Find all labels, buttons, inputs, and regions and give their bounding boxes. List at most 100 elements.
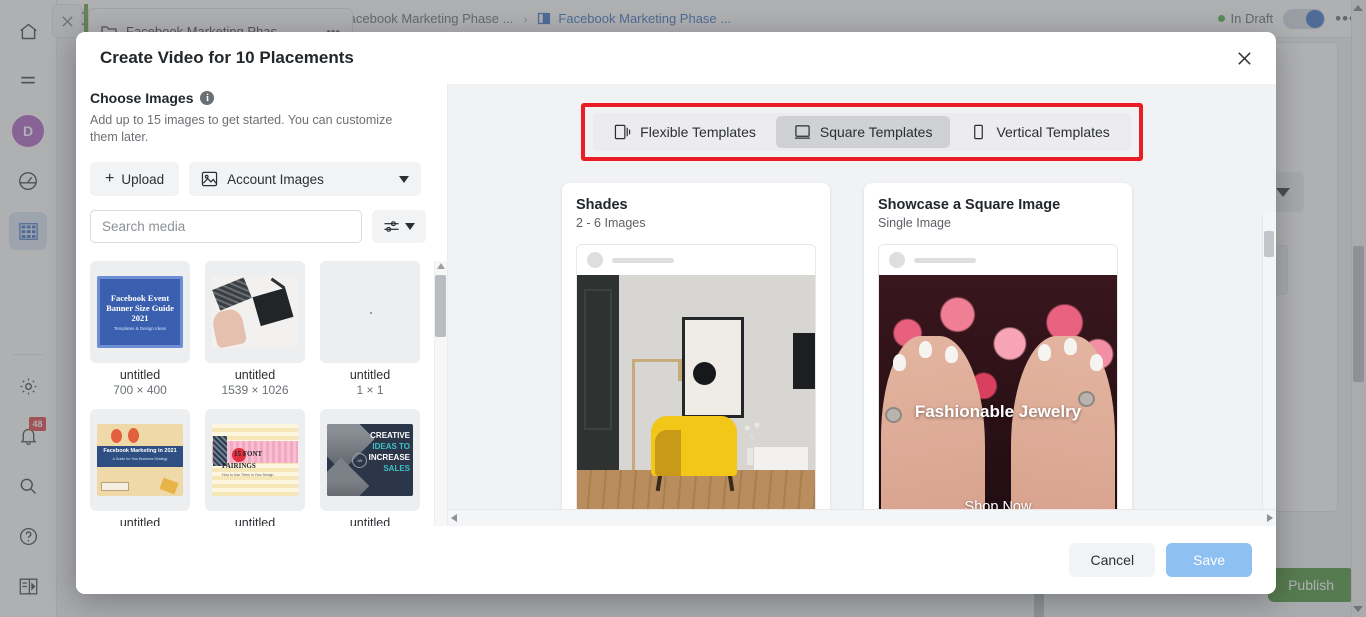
close-icon[interactable] (1228, 42, 1260, 74)
list-item[interactable]: 15 FONT PAIRINGS How to Use Them in Your… (205, 409, 305, 526)
media-thumbnail[interactable]: JW CREATIVE IDEAS TO INCREASE SALES (320, 409, 420, 511)
dialog-body: Choose Images i Add up to 15 images to g… (76, 84, 1276, 526)
tab-label: Square Templates (819, 124, 933, 140)
template-preview: Fashionable Jewelry Shop Now (878, 244, 1118, 526)
thumbnail-art-fb-event: Facebook Event Banner Size Guide 2021 Te… (97, 276, 183, 348)
thumb-art-line1: Facebook Event Banner Size Guide 2021 (106, 293, 174, 323)
thumb-art-line2: IDEAS TO (372, 442, 410, 451)
thumbnail-art-font-pairings: 15 FONT PAIRINGS How to Use Them in Your… (212, 424, 298, 496)
media-thumbnail[interactable] (205, 261, 305, 363)
search-input[interactable] (90, 210, 362, 243)
media-dimensions: 700 × 400 (113, 383, 167, 397)
media-controls-row: + Upload Account Images (90, 162, 447, 196)
tab-label: Flexible Templates (640, 124, 756, 140)
upload-label: Upload (121, 171, 165, 187)
thumbnail-art-fb-marketing: Facebook Marketing in 2021 A Guide for Y… (97, 424, 183, 496)
tab-square-templates[interactable]: Square Templates (775, 116, 951, 148)
template-vertical-scrollbar[interactable] (1262, 213, 1276, 508)
template-subtitle: Single Image (878, 216, 951, 230)
template-card-shades[interactable]: Shades 2 - 6 Images (562, 183, 830, 526)
preview-skeleton-header (879, 245, 1117, 275)
thumbnail-art-blank (327, 276, 413, 348)
thumb-art-line4: SALES (383, 464, 410, 473)
image-source-dropdown[interactable]: Account Images (189, 162, 422, 196)
media-scrollbar[interactable] (434, 261, 447, 526)
thumb-art-line1: CREATIVE (370, 431, 410, 440)
template-horizontal-scrollbar[interactable] (448, 509, 1276, 526)
list-item[interactable]: untitled 1539 × 1026 (205, 261, 305, 397)
filter-caret-icon (405, 223, 415, 230)
thumb-art-line3: INCREASE (368, 453, 410, 462)
template-subtitle: 2 - 6 Images (576, 216, 646, 230)
preview-image-jewelry: Fashionable Jewelry Shop Now (879, 275, 1117, 526)
media-name: untitled (234, 516, 276, 526)
skeleton-avatar (889, 252, 905, 268)
thumb-art-line1: Facebook Marketing in 2021 (103, 447, 177, 454)
list-item[interactable]: Facebook Event Banner Size Guide 2021 Te… (90, 261, 190, 397)
search-row (90, 210, 447, 243)
preview-skeleton-header (577, 245, 815, 275)
media-name: untitled (349, 516, 391, 526)
plus-icon: + (105, 170, 115, 187)
section-title: Choose Images (90, 90, 194, 106)
info-icon[interactable]: i (200, 91, 215, 105)
vertical-template-icon (974, 124, 984, 140)
tab-label: Vertical Templates (996, 124, 1110, 140)
list-item[interactable]: untitled 1 × 1 (320, 261, 420, 397)
media-thumbnail[interactable]: Facebook Marketing in 2021 A Guide for Y… (90, 409, 190, 511)
tab-vertical-templates[interactable]: Vertical Templates (952, 116, 1127, 148)
dialog-title: Create Video for 10 Placements (100, 48, 354, 67)
preview-image-room (577, 275, 815, 526)
section-description: Add up to 15 images to get started. You … (90, 113, 393, 144)
media-thumbnail[interactable]: Facebook Event Banner Size Guide 2021 Te… (90, 261, 190, 363)
create-video-dialog: Create Video for 10 Placements Choose Im… (76, 32, 1276, 594)
chevron-down-icon (399, 175, 410, 183)
media-name: untitled (234, 368, 276, 382)
template-list[interactable]: Shades 2 - 6 Images Showcase a Square Im… (448, 161, 1276, 526)
thumb-art-line2: A Guide for Your Business Strategy (112, 457, 168, 462)
list-item[interactable]: Facebook Marketing in 2021 A Guide for Y… (90, 409, 190, 526)
media-thumbnail[interactable]: 15 FONT PAIRINGS How to Use Them in Your… (205, 409, 305, 511)
thumb-art-line1: 15 FONT (234, 450, 263, 458)
choose-images-panel: Choose Images i Add up to 15 images to g… (76, 84, 448, 526)
media-dimensions: 1 × 1 (356, 383, 384, 397)
scroll-up-icon[interactable] (437, 263, 445, 269)
dialog-footer: Cancel Save (76, 526, 1276, 594)
media-grid: Facebook Event Banner Size Guide 2021 Te… (90, 261, 425, 526)
skeleton-avatar (587, 252, 603, 268)
media-scroll-thumb[interactable] (435, 275, 446, 337)
media-list[interactable]: Facebook Event Banner Size Guide 2021 Te… (90, 261, 447, 526)
tab-flexible-templates[interactable]: Flexible Templates (596, 116, 774, 148)
media-dimensions: 1539 × 1026 (221, 383, 289, 397)
template-card-showcase-square-image[interactable]: Showcase a Square Image Single Image Fas… (864, 183, 1132, 526)
flexible-template-icon (615, 124, 631, 140)
upload-button[interactable]: + Upload (90, 162, 180, 196)
image-icon (201, 171, 218, 187)
template-name: Showcase a Square Image (878, 197, 1061, 213)
thumbnail-art-creative-ideas: JW CREATIVE IDEAS TO INCREASE SALES (327, 424, 413, 496)
template-tabs: Flexible Templates Square Templates Vert… (593, 113, 1131, 151)
skeleton-bar (612, 257, 674, 263)
save-button[interactable]: Save (1166, 543, 1252, 577)
template-vertical-scroll-thumb[interactable] (1264, 231, 1274, 257)
media-thumbnail[interactable] (320, 261, 420, 363)
choose-images-heading-row: Choose Images i (90, 90, 447, 106)
thumb-art-line2: PAIRINGS (222, 462, 256, 470)
sliders-icon (384, 221, 399, 232)
template-tabs-highlight: Flexible Templates Square Templates Vert… (581, 103, 1143, 161)
scroll-right-icon[interactable] (1267, 514, 1273, 522)
preview-overlay-title: Fashionable Jewelry (914, 401, 1082, 421)
thumb-art-line2: Templates & Design Ideas (113, 326, 167, 331)
thumb-art-line3: How to Use Them in Your Design (222, 473, 274, 477)
thumbnail-art-desk (212, 276, 298, 348)
template-preview (576, 244, 816, 526)
scroll-left-icon[interactable] (451, 514, 457, 522)
media-name: untitled (119, 516, 161, 526)
list-item[interactable]: JW CREATIVE IDEAS TO INCREASE SALES unti… (320, 409, 420, 526)
media-name: untitled (119, 368, 161, 382)
templates-panel: Flexible Templates Square Templates Vert… (448, 84, 1276, 526)
filter-button[interactable] (372, 210, 426, 243)
cancel-button[interactable]: Cancel (1069, 543, 1156, 577)
dialog-header: Create Video for 10 Placements (76, 32, 1276, 84)
image-source-label: Account Images (227, 171, 324, 187)
